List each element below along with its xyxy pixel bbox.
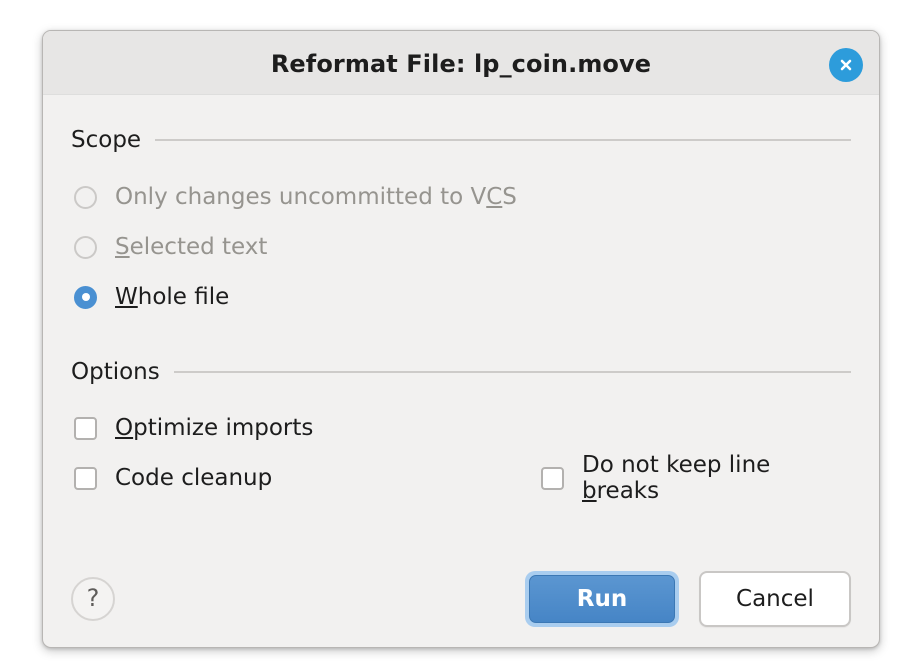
scope-header-rule bbox=[155, 139, 851, 141]
reformat-file-dialog: Reformat File: lp_coin.move Scope Only c… bbox=[42, 30, 880, 648]
dialog-footer: ? Run Cancel bbox=[43, 551, 879, 647]
options-second-row: Code cleanup Do not keep line breaks bbox=[71, 452, 851, 504]
radio-icon bbox=[74, 235, 97, 259]
cancel-button[interactable]: Cancel bbox=[699, 571, 851, 627]
options-column-left: Code cleanup bbox=[71, 453, 538, 503]
checkbox-icon bbox=[74, 466, 97, 490]
radio-whole-file[interactable]: Whole file bbox=[71, 272, 851, 322]
radio-icon bbox=[74, 185, 97, 209]
checkbox-code-cleanup[interactable]: Code cleanup bbox=[71, 453, 538, 503]
dialog-titlebar: Reformat File: lp_coin.move bbox=[43, 31, 879, 95]
checkbox-label: Optimize imports bbox=[115, 415, 314, 441]
radio-selected-text[interactable]: Selected text bbox=[71, 222, 851, 272]
scope-header-label: Scope bbox=[71, 127, 142, 153]
close-circle-icon[interactable] bbox=[829, 48, 863, 82]
radio-label: Selected text bbox=[115, 234, 268, 260]
radio-label: Only changes uncommitted to VCS bbox=[115, 184, 517, 210]
options-header-rule bbox=[173, 371, 851, 373]
checkbox-icon bbox=[541, 466, 564, 490]
scope-section-header: Scope bbox=[71, 127, 851, 153]
checkbox-optimize-imports[interactable]: Optimize imports bbox=[71, 403, 851, 453]
options-section-header: Options bbox=[71, 359, 851, 385]
options-header-label: Options bbox=[71, 359, 160, 385]
radio-label: Whole file bbox=[115, 284, 230, 310]
checkbox-label: Code cleanup bbox=[115, 465, 273, 491]
radio-only-changes-uncommitted-to-vcs[interactable]: Only changes uncommitted to VCS bbox=[71, 172, 851, 222]
scope-radio-group: Only changes uncommitted to VCS Selected… bbox=[71, 172, 851, 322]
dialog-title: Reformat File: lp_coin.move bbox=[270, 50, 652, 78]
run-button[interactable]: Run bbox=[529, 575, 675, 623]
options-column-right: Do not keep line breaks bbox=[538, 452, 851, 504]
checkbox-label: Do not keep line breaks bbox=[582, 452, 771, 504]
radio-icon-selected bbox=[74, 285, 97, 309]
options-checkbox-group: Optimize imports Code cleanup Do not kee… bbox=[71, 403, 851, 504]
help-button[interactable]: ? bbox=[71, 577, 115, 621]
checkbox-icon bbox=[74, 416, 97, 440]
dialog-content: Scope Only changes uncommitted to VCS Se… bbox=[43, 127, 879, 504]
run-button-focus-ring: Run bbox=[525, 571, 679, 627]
checkbox-do-not-keep-line-breaks[interactable]: Do not keep line breaks bbox=[538, 452, 851, 504]
